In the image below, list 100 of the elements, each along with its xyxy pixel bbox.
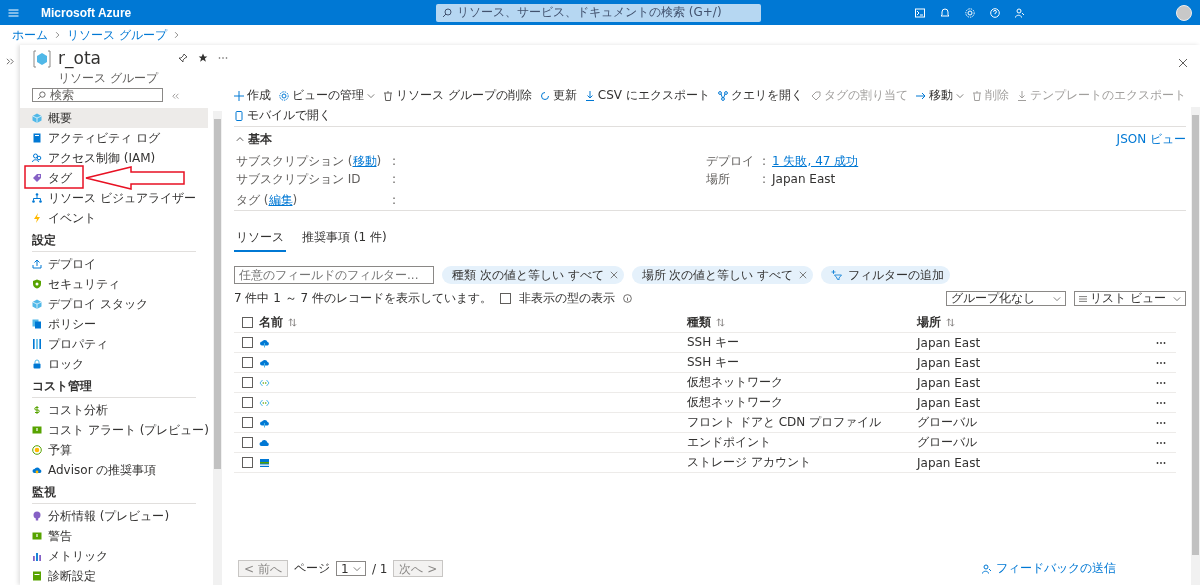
feedback-link[interactable]: フィードバックの送信 (982, 560, 1116, 577)
toolbar-button[interactable]: リソース グループの削除 (383, 87, 532, 104)
cloud-icon (259, 357, 270, 368)
add-filter-button[interactable]: フィルターの追加 (821, 266, 951, 284)
sidebar-item[interactable]: デプロイ スタック (32, 297, 148, 311)
chevron-down-icon (367, 91, 375, 100)
toolbar-button[interactable]: 作成 (234, 87, 271, 104)
refresh-icon (539, 90, 550, 101)
table-cell-text: グローバル (917, 434, 978, 451)
sidebar-item[interactable]: プロパティ (32, 337, 108, 351)
view-dropdown[interactable]: リスト ビュー (1074, 291, 1186, 306)
search-field[interactable]: リソース、サービス、ドキュメントの検索 (G+/) (436, 3, 761, 22)
field-label: サブスクリプション (移動) (236, 154, 383, 168)
resource-subtitle: リソース グループ (58, 70, 158, 87)
close-icon[interactable] (1178, 58, 1188, 68)
breadcrumb-link[interactable]: リソース グループ (67, 26, 167, 44)
star-icon[interactable] (197, 53, 208, 63)
checkbox[interactable] (242, 457, 253, 468)
table-cell-text: Japan East (917, 375, 982, 390)
sidebar-item[interactable]: セキュリティ (32, 277, 120, 291)
bell-icon[interactable] (939, 7, 951, 18)
cloud-icon (259, 417, 270, 428)
filter-pill[interactable]: 種類 次の値と等しい すべて (442, 266, 624, 284)
toolbar-button[interactable]: CSV にエクスポート (584, 87, 710, 104)
sidebar-item[interactable]: 警告 (32, 529, 72, 543)
close-icon[interactable] (609, 271, 618, 279)
sort-icon (288, 318, 297, 327)
section-heading: 設定 (32, 233, 196, 252)
column-header[interactable]: 種類 (687, 314, 917, 331)
checkbox[interactable] (242, 377, 253, 388)
sidebar-item[interactable]: イベント (32, 211, 96, 225)
checkbox[interactable] (242, 417, 253, 428)
sidebar-item[interactable]: アクセス制御 (IAM) (32, 151, 156, 165)
breadcrumb-link[interactable]: ホーム (12, 26, 48, 44)
sidebar-item[interactable]: デプロイ (32, 257, 96, 271)
toolbar-button[interactable]: 更新 (539, 87, 577, 104)
sidebar-item[interactable]: ポリシー (32, 317, 96, 331)
sidebar-item[interactable]: リソース ビジュアライザー (32, 191, 196, 205)
deployments-link[interactable]: 1 失敗, 47 成功 (772, 152, 859, 170)
group-by-dropdown[interactable]: グループ化なし (946, 291, 1066, 306)
search-icon (37, 90, 46, 100)
filter-add-icon (831, 270, 843, 280)
sidebar-item[interactable]: メトリック (32, 549, 108, 563)
table-cell-text: グローバル (917, 414, 978, 431)
toolbar-button[interactable]: ビューの管理 (279, 87, 375, 104)
scrollbar[interactable] (1191, 107, 1200, 585)
chevron-down-icon (1173, 294, 1181, 303)
record-count: 7 件中 1 ～ 7 件のレコードを表示しています。 (234, 290, 492, 307)
list-icon (1079, 294, 1087, 303)
sidebar-item[interactable]: ロック (32, 357, 84, 371)
column-header[interactable]: 場所 (917, 314, 1156, 331)
filter-pill[interactable]: 場所 次の値と等しい すべて (631, 266, 814, 284)
help-icon[interactable] (989, 7, 1001, 18)
checkbox[interactable] (242, 357, 253, 368)
nodes-icon (717, 90, 728, 101)
tab[interactable]: 推奨事項 (1 件) (300, 227, 389, 252)
checkbox[interactable] (242, 317, 253, 328)
scrollbar[interactable] (213, 111, 222, 585)
terminal-icon[interactable] (914, 7, 926, 18)
toolbar-button[interactable]: クエリを開く (717, 87, 803, 104)
toolbar-button[interactable]: モバイルで開く (234, 107, 331, 124)
sidebar-item[interactable]: Advisor の推奨事項 (32, 463, 157, 477)
cloud-icon (259, 437, 270, 448)
filter-field[interactable]: 任意のフィールドのフィルター... (234, 266, 434, 284)
sidebar-item[interactable]: 概要 (20, 108, 208, 128)
expand-icon[interactable] (5, 57, 15, 66)
sidebar-item[interactable]: 診断設定 (32, 569, 96, 583)
toolbar-button[interactable]: 移動 (915, 87, 964, 104)
section-heading[interactable]: 基本 (236, 131, 272, 148)
field-link[interactable]: 移動 (352, 154, 377, 168)
sidebar-item[interactable]: 予算 (32, 443, 72, 457)
sidebar-item[interactable]: 分析情報 (プレビュー) (32, 509, 170, 523)
sidebar-item[interactable]: アクティビティ ログ (32, 131, 160, 145)
dollar-icon (32, 405, 42, 415)
avatar[interactable] (1176, 4, 1192, 21)
tab[interactable]: リソース (234, 227, 286, 252)
tag-icon (32, 173, 42, 183)
table-cell-text: フロント ドアと CDN プロファイル (687, 414, 883, 431)
feedback-icon[interactable] (1014, 7, 1026, 18)
pin-icon[interactable] (177, 53, 188, 63)
table-cell-text: Japan East (917, 335, 982, 350)
checkbox[interactable] (242, 337, 253, 348)
search-field[interactable]: 検索 (32, 88, 163, 102)
close-icon[interactable] (799, 271, 808, 279)
checkbox[interactable] (500, 293, 511, 304)
json-view-link[interactable]: JSON ビュー (1116, 131, 1186, 148)
settings-icon[interactable] (964, 7, 976, 18)
field-link[interactable]: 編集 (268, 193, 293, 207)
sidebar-item[interactable]: タグ (32, 171, 72, 185)
checkbox[interactable] (242, 437, 253, 448)
column-header[interactable]: 名前 (259, 314, 297, 331)
table-cell-text: Japan East (917, 455, 982, 470)
lightning-icon (32, 213, 42, 223)
sidebar-item[interactable]: コスト分析 (32, 403, 108, 417)
checkbox[interactable] (242, 397, 253, 408)
page-dropdown[interactable]: 1 (335, 561, 366, 576)
sidebar-item[interactable]: コスト アラート (プレビュー) (32, 423, 209, 437)
field-separator: : (392, 172, 397, 186)
tag-icon (810, 90, 821, 101)
sort-icon (716, 318, 725, 327)
